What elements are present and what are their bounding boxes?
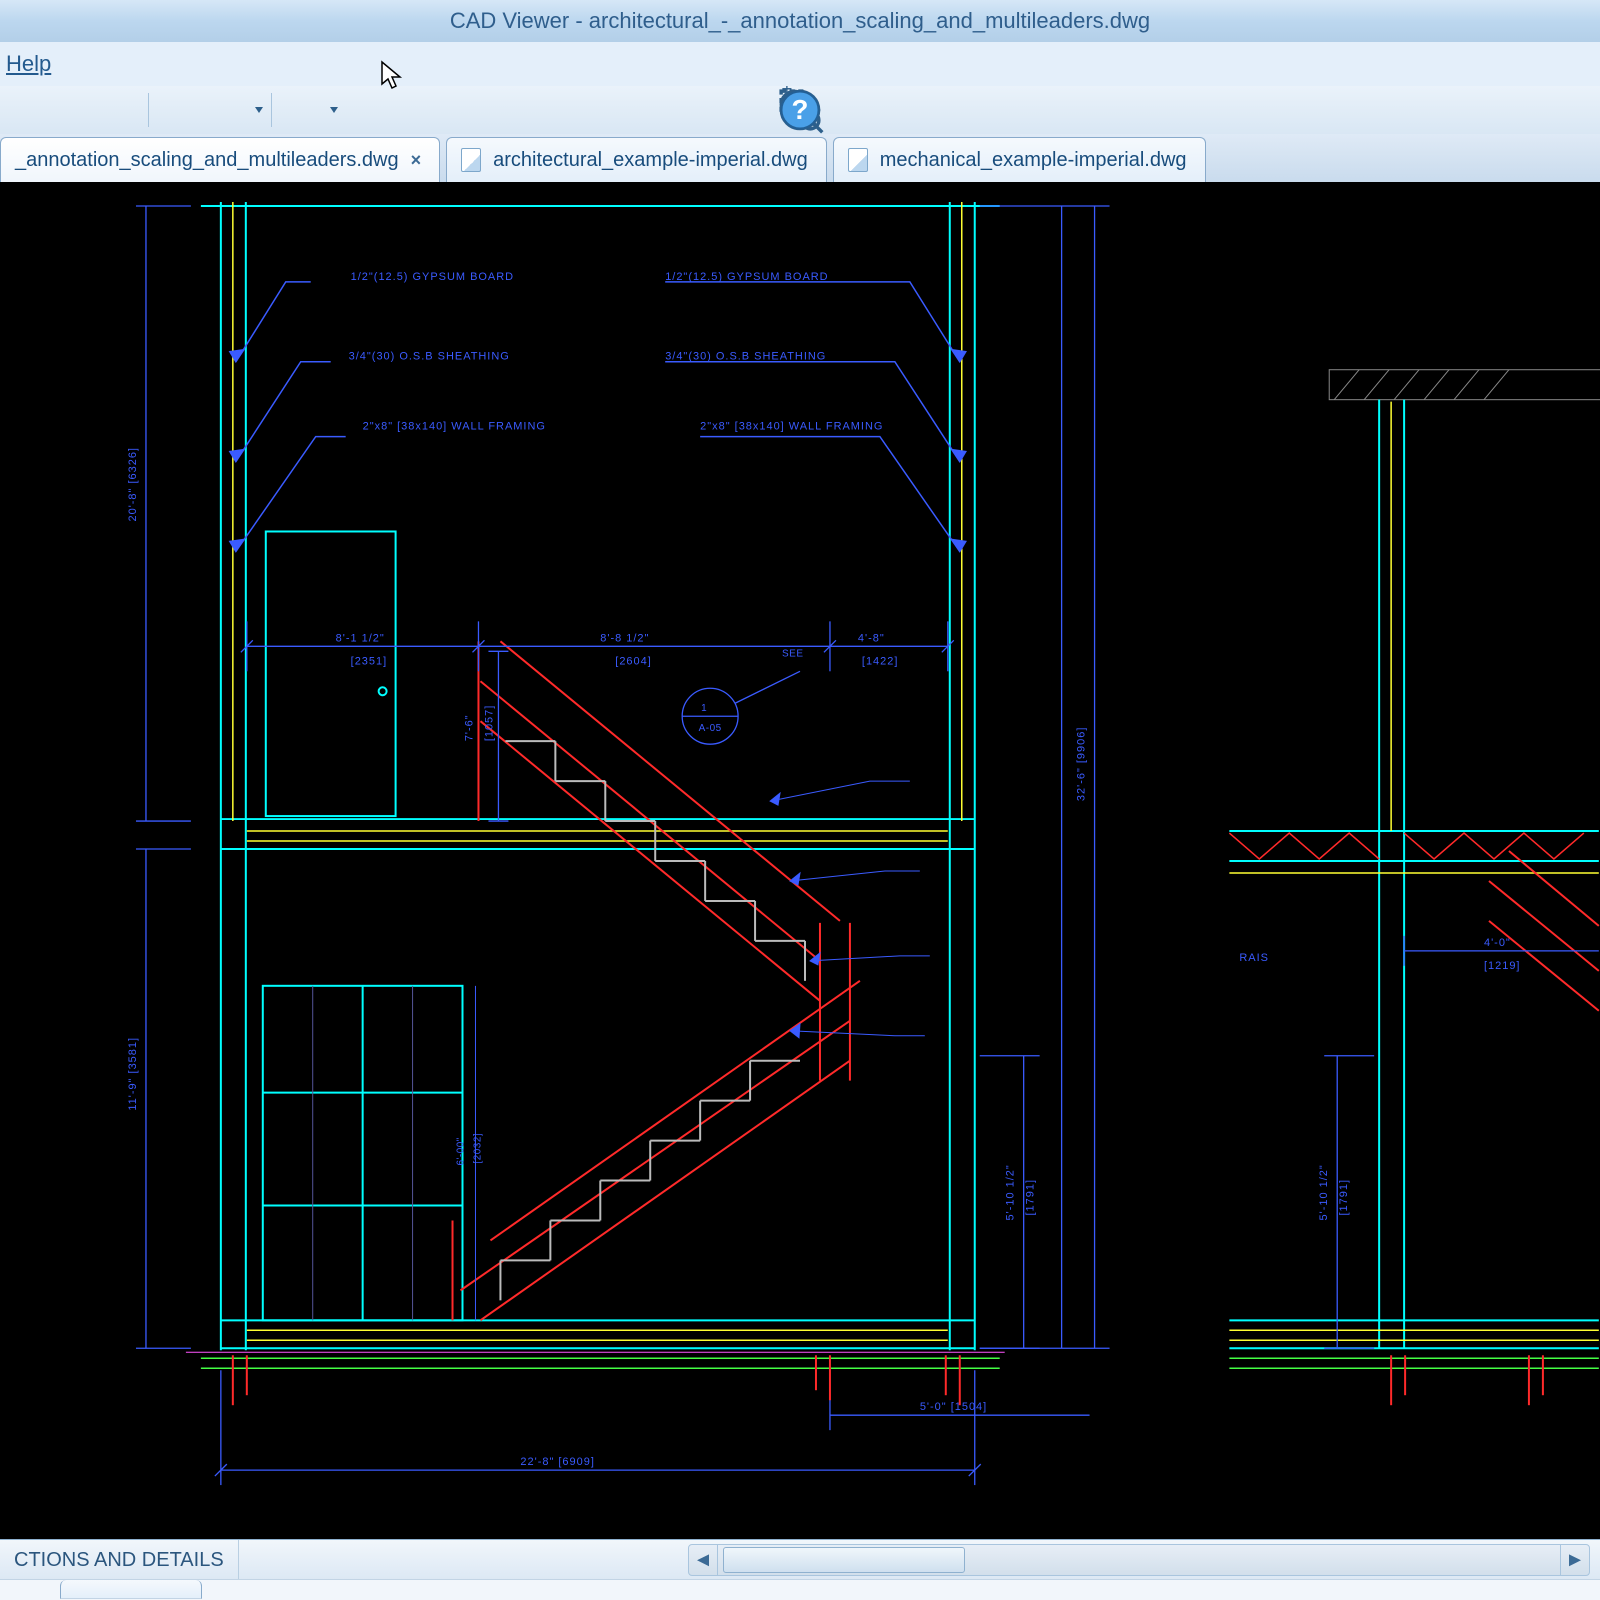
close-icon[interactable]: ×	[411, 150, 422, 171]
dimension: 5'-10 1/2"	[1318, 1164, 1330, 1220]
dimension: 5'-10 1/2"	[1005, 1164, 1017, 1220]
annotation: 2"x8" [38x140] WALL FRAMING	[700, 421, 883, 433]
tab-document[interactable]: architectural_example-imperial.dwg	[446, 137, 827, 182]
dimension: [2032]	[472, 1133, 483, 1164]
annotation: 1/2"(12.5) GYPSUM BOARD	[665, 271, 828, 283]
app-title: CAD Viewer - architectural_-_annotation_…	[450, 8, 1150, 34]
dimension: 8'-8 1/2"	[600, 632, 649, 644]
dimension: 5'-0" [1504]	[920, 1401, 987, 1413]
dimension: 11'-9" [3581]	[127, 1037, 139, 1111]
dimension: [1219]	[1484, 960, 1520, 972]
annotation: 3/4"(30) O.S.B SHEATHING	[349, 351, 510, 363]
dimension: [1791]	[1025, 1179, 1037, 1215]
document-icon	[461, 148, 481, 172]
dimension: 4'-8"	[858, 632, 885, 644]
dimension: [1422]	[862, 655, 899, 667]
panel-label[interactable]: CTIONS AND DETAILS	[0, 1540, 239, 1580]
dimension: [1791]	[1338, 1179, 1350, 1216]
callout-label: SEE	[782, 648, 803, 659]
tab-label: mechanical_example-imperial.dwg	[880, 149, 1187, 172]
status-bar: CTIONS AND DETAILS ◄ ►	[0, 1539, 1600, 1580]
dimension: [2351]	[351, 655, 387, 667]
dimension: [1057]	[483, 705, 495, 742]
annotation: 2"x8" [38x140] WALL FRAMING	[363, 421, 546, 433]
drawing-canvas[interactable]: 1/2"(12.5) GYPSUM BOARD 3/4"(30) O.S.B S…	[0, 182, 1600, 1540]
document-icon	[848, 148, 868, 172]
dimension: 32'-6" [9906]	[1076, 727, 1088, 801]
help-icon[interactable]: ?	[280, 90, 320, 130]
callout-sheet: A-05	[699, 723, 722, 734]
dimension: 4'-0"	[1484, 937, 1511, 949]
annotation: RAIS	[1239, 952, 1269, 964]
dimension: 8'-1 1/2"	[336, 632, 385, 644]
annotation: 3/4"(30) O.S.B SHEATHING	[665, 351, 826, 363]
dimension: 7'-6"	[463, 714, 475, 741]
callout-num: 1	[701, 703, 707, 714]
tab-document[interactable]: mechanical_example-imperial.dwg	[833, 137, 1206, 182]
tab-label: architectural_example-imperial.dwg	[493, 149, 808, 172]
menubar: Help	[0, 42, 1600, 87]
dimension: [2604]	[615, 655, 652, 667]
titlebar: CAD Viewer - architectural_-_annotation_…	[0, 0, 1600, 43]
svg-text:?: ?	[792, 94, 809, 125]
document-tabstrip: _annotation_scaling_and_multileaders.dwg…	[0, 134, 1600, 183]
menu-help[interactable]: Help	[6, 51, 51, 77]
cad-drawing: 1/2"(12.5) GYPSUM BOARD 3/4"(30) O.S.B S…	[0, 182, 1600, 1540]
annotation: 1/2"(12.5) GYPSUM BOARD	[351, 271, 514, 283]
scroll-right-icon[interactable]: ►	[1560, 1545, 1589, 1575]
toolbar: + − ?	[0, 86, 1600, 135]
tab-label: _annotation_scaling_and_multileaders.dwg	[15, 149, 399, 172]
sheet-tab[interactable]	[60, 1580, 202, 1599]
sheet-tab-bar	[0, 1579, 1600, 1600]
dimension: 20'-8" [6326]	[127, 447, 139, 521]
scroll-thumb[interactable]	[723, 1547, 965, 1573]
dimension: 22'-8" [6909]	[520, 1456, 594, 1468]
horizontal-scrollbar[interactable]: ◄ ►	[688, 1544, 1590, 1576]
tab-document-active[interactable]: _annotation_scaling_and_multileaders.dwg…	[0, 137, 440, 182]
scroll-left-icon[interactable]: ◄	[689, 1545, 718, 1575]
dimension: 6'-00"	[455, 1137, 466, 1165]
